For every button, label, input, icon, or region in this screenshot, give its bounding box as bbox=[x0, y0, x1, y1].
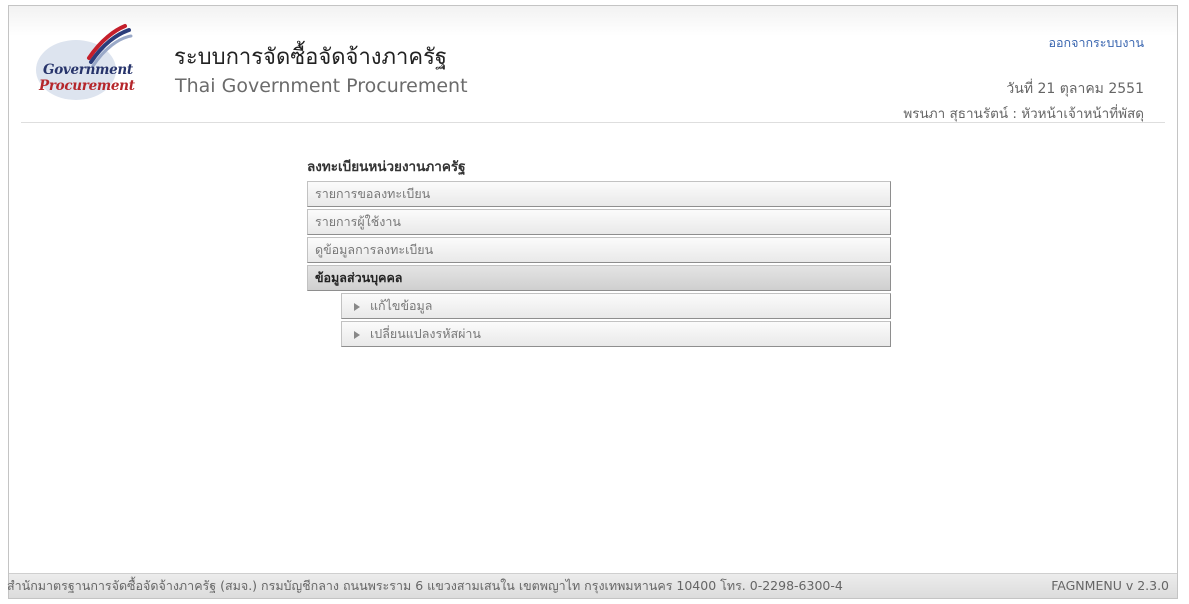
page-title-english: Thai Government Procurement bbox=[175, 75, 468, 97]
current-date: วันที่ 21 ตุลาคม 2551 bbox=[1006, 81, 1144, 97]
main-menu: ลงทะเบียนหน่วยงานภาครัฐ รายการขอลงทะเบีย… bbox=[307, 156, 891, 349]
footer-address: สำนักมาตรฐานการจัดซื้อจัดจ้างภาครัฐ (สมจ… bbox=[7, 578, 843, 593]
footer-version: FAGNMENU v 2.3.0 bbox=[1051, 578, 1169, 593]
submenu-item-label: แก้ไขข้อมูล bbox=[370, 298, 433, 313]
submenu: แก้ไขข้อมูล เปลี่ยนแปลงรหัสผ่าน bbox=[341, 293, 891, 347]
menu-title: ลงทะเบียนหน่วยงานภาครัฐ bbox=[307, 159, 466, 175]
triangle-right-icon bbox=[354, 302, 360, 311]
menu-item-registration-requests[interactable]: รายการขอลงทะเบียน bbox=[307, 181, 891, 207]
submenu-item-change-password[interactable]: เปลี่ยนแปลงรหัสผ่าน bbox=[341, 321, 891, 347]
page-frame: Government Procurement ระบบการจัดซื้อจัด… bbox=[7, 5, 1178, 599]
government-procurement-logo: Government Procurement bbox=[31, 18, 161, 108]
logo-text-government: Government bbox=[43, 62, 133, 78]
footer: สำนักมาตรฐานการจัดซื้อจัดจ้างภาครัฐ (สมจ… bbox=[7, 573, 1177, 598]
submenu-item-edit-info[interactable]: แก้ไขข้อมูล bbox=[341, 293, 891, 319]
menu-item-user-list[interactable]: รายการผู้ใช้งาน bbox=[307, 209, 891, 235]
menu-item-view-registration[interactable]: ดูข้อมูลการลงทะเบียน bbox=[307, 237, 891, 263]
logo-text-procurement: Procurement bbox=[39, 78, 135, 94]
menu-item-personal-info[interactable]: ข้อมูลส่วนบุคคล bbox=[307, 265, 891, 291]
submenu-item-label: เปลี่ยนแปลงรหัสผ่าน bbox=[370, 326, 481, 341]
user-info: พรนภา สุธานรัตน์ : หัวหน้าเจ้าหน้าที่พัส… bbox=[903, 106, 1144, 122]
triangle-right-icon bbox=[354, 330, 360, 339]
header: Government Procurement ระบบการจัดซื้อจัด… bbox=[9, 6, 1177, 122]
logout-link[interactable]: ออกจากระบบงาน bbox=[1049, 33, 1144, 53]
page-title-thai: ระบบการจัดซื้อจัดจ้างภาครัฐ bbox=[174, 45, 448, 70]
header-divider bbox=[21, 122, 1165, 123]
